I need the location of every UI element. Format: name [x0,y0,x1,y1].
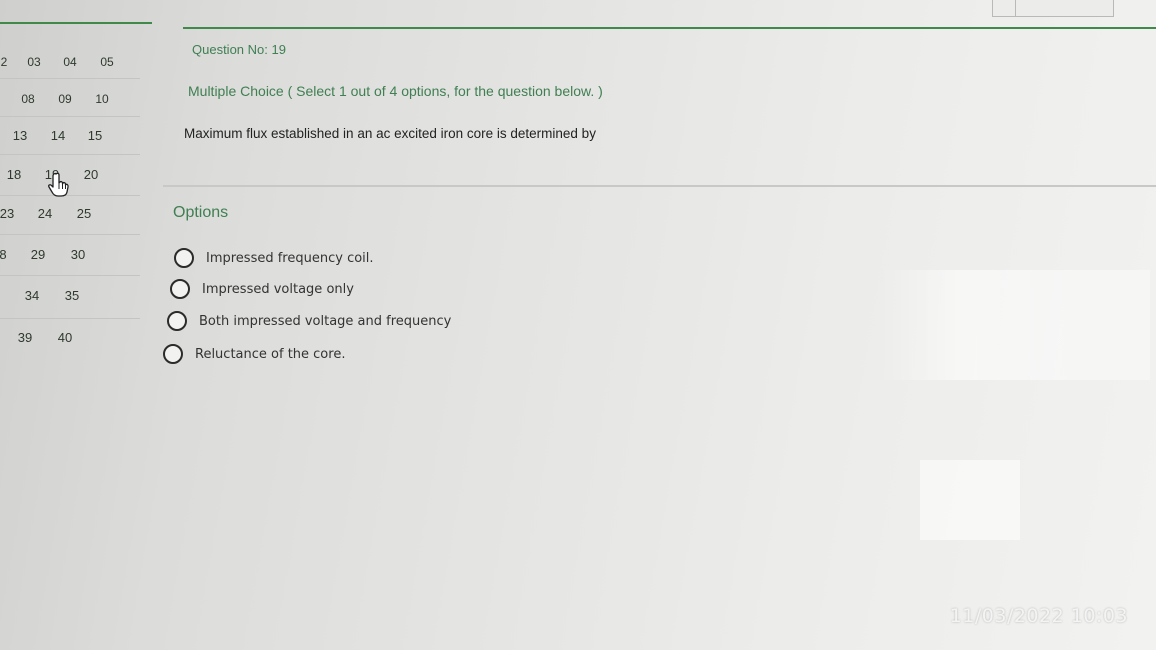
question-type-label: Multiple Choice ( Select 1 out of 4 opti… [188,83,603,99]
option-2[interactable]: Impressed voltage only [170,279,354,299]
option-2-label: Impressed voltage only [202,281,354,297]
navigator-row-divider [0,318,140,319]
nav-question-02[interactable]: 2 [0,55,18,69]
screen-glare [880,270,1150,380]
nav-question-23[interactable]: 23 [0,206,21,221]
nav-question-30[interactable]: 30 [64,247,92,262]
nav-question-10[interactable]: 10 [88,92,116,106]
nav-question-40[interactable]: 40 [51,330,79,345]
nav-question-25[interactable]: 25 [70,206,98,221]
option-2-radio[interactable] [170,279,190,299]
nav-question-09[interactable]: 09 [51,92,79,106]
nav-question-04[interactable]: 04 [56,55,84,69]
question-text: Maximum flux established in an ac excite… [184,126,596,141]
screen-glare [920,460,1020,540]
nav-question-18[interactable]: 18 [0,167,28,182]
nav-question-15[interactable]: 15 [81,128,109,143]
option-3-label: Both impressed voltage and frequency [199,313,452,329]
question-navigator: 2 03 04 05 08 09 10 13 14 15 18 19 20 23… [0,0,160,360]
nav-question-35[interactable]: 35 [58,288,86,303]
question-options-separator [163,185,1156,187]
option-1-radio[interactable] [174,248,194,268]
option-4[interactable]: Reluctance of the core. [163,344,345,364]
nav-question-29[interactable]: 29 [24,247,52,262]
top-toolbar-box [992,0,1114,17]
nav-question-24[interactable]: 24 [31,206,59,221]
navigator-row-divider [0,78,140,79]
navigator-row-divider [0,154,140,155]
question-number: Question No: 19 [192,42,286,57]
option-4-radio[interactable] [163,344,183,364]
photo-timestamp: 11/03/2022 10:03 [949,605,1128,627]
nav-question-14[interactable]: 14 [44,128,72,143]
nav-question-34[interactable]: 34 [18,288,46,303]
question-panel-top-border [183,27,1156,29]
option-1-label: Impressed frequency coil. [206,250,374,266]
navigator-top-border [0,22,152,24]
option-3-radio[interactable] [167,311,187,331]
top-toolbar-divider [1015,0,1016,16]
nav-question-20[interactable]: 20 [77,167,105,182]
options-heading: Options [173,204,229,221]
option-4-label: Reluctance of the core. [195,346,346,362]
nav-question-08[interactable]: 08 [14,92,42,106]
nav-question-03[interactable]: 03 [20,55,48,69]
navigator-row-divider [0,116,140,117]
option-1[interactable]: Impressed frequency coil. [174,248,374,268]
nav-question-13[interactable]: 13 [6,128,34,143]
nav-question-05[interactable]: 05 [93,55,121,69]
nav-question-39[interactable]: 39 [11,330,39,345]
hand-cursor-icon [48,172,69,197]
navigator-row-divider [0,234,140,235]
option-3[interactable]: Both impressed voltage and frequency [167,311,451,331]
navigator-row-divider [0,275,140,276]
nav-question-28[interactable]: 8 [0,247,17,262]
